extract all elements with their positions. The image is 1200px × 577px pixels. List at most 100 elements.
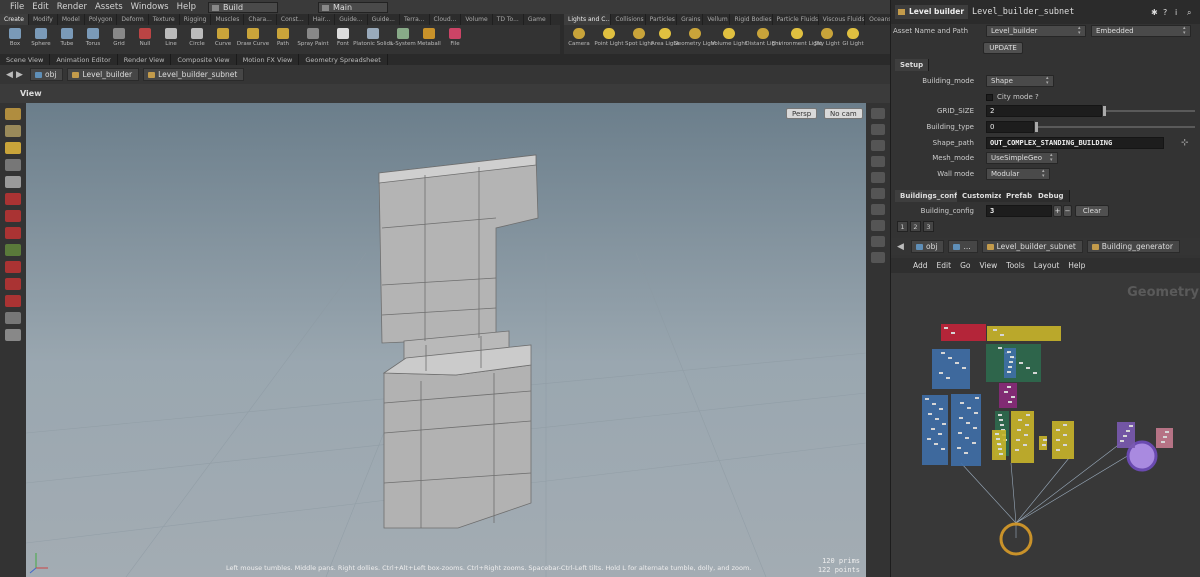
tool-metaball[interactable]: Metaball <box>416 25 442 47</box>
network-node[interactable] <box>944 327 948 329</box>
tool-platonic-solids[interactable]: Platonic Solids <box>353 25 393 47</box>
shelf-tab-deform[interactable]: Deform <box>117 14 149 25</box>
flipbook-icon[interactable] <box>5 278 21 290</box>
remove-multiparm-button[interactable]: − <box>1063 205 1072 217</box>
add-multiparm-button[interactable]: + <box>1053 205 1062 217</box>
network-node[interactable] <box>1123 435 1127 437</box>
net-menu-go[interactable]: Go <box>960 261 970 270</box>
tool-sphere[interactable]: Sphere <box>28 25 54 47</box>
network-node[interactable] <box>935 418 939 420</box>
network-node[interactable] <box>1042 444 1046 446</box>
network-node[interactable] <box>1056 439 1060 441</box>
tool-spray-paint[interactable]: Spray Paint <box>296 25 330 47</box>
texture-icon[interactable] <box>871 188 885 199</box>
pose-icon[interactable] <box>5 142 21 154</box>
help-icon[interactable]: ? <box>1163 8 1172 17</box>
network-node[interactable] <box>1011 396 1015 398</box>
net-menu-layout[interactable]: Layout <box>1034 261 1060 270</box>
city-mode-checkbox[interactable] <box>986 93 993 101</box>
network-node[interactable] <box>999 419 1003 421</box>
network-box-yellow-d[interactable] <box>1052 421 1074 459</box>
shelf-tab-vellum[interactable]: Vellum <box>703 14 731 25</box>
record-icon[interactable] <box>5 295 21 307</box>
node-name[interactable]: Level_builder_subnet <box>972 7 1074 17</box>
net-menu-add[interactable]: Add <box>913 261 928 270</box>
network-box-yellow-a[interactable] <box>1011 411 1034 463</box>
network-node[interactable] <box>1163 436 1167 438</box>
network-node[interactable] <box>1000 424 1004 426</box>
crumb-obj[interactable]: obj <box>30 68 64 81</box>
network-node[interactable] <box>1033 372 1037 374</box>
network-node[interactable] <box>939 372 943 374</box>
scene-viewport[interactable]: Persp No cam Left mouse tumbles. Middle … <box>26 103 866 577</box>
network-node[interactable] <box>998 448 1002 450</box>
network-node[interactable] <box>1010 356 1014 358</box>
tab-setup[interactable]: Setup <box>895 59 930 71</box>
net-menu-help[interactable]: Help <box>1068 261 1085 270</box>
wall-mode-dropdown[interactable]: Modular <box>986 168 1050 180</box>
lock-icon[interactable] <box>5 176 21 188</box>
node-chooser-icon[interactable]: ⊹ <box>1181 138 1189 148</box>
net-menu-edit[interactable]: Edit <box>937 261 952 270</box>
network-node[interactable] <box>1008 366 1012 368</box>
shelf-tab-model[interactable]: Model <box>58 14 85 25</box>
network-node[interactable] <box>942 423 946 425</box>
network-node[interactable] <box>951 332 955 334</box>
tool-gi-light[interactable]: GI Light <box>840 25 866 47</box>
pane-tab-composite-view[interactable]: Composite View <box>171 54 237 65</box>
ghost-icon[interactable] <box>871 156 885 167</box>
network-node[interactable] <box>941 352 945 354</box>
network-node[interactable] <box>1056 429 1060 431</box>
network-node[interactable] <box>925 398 929 400</box>
shelf-tab-volume[interactable]: Volume <box>461 14 493 25</box>
menu-help[interactable]: Help <box>173 2 200 12</box>
select-icon[interactable] <box>5 108 21 120</box>
net-menu-view[interactable]: View <box>979 261 997 270</box>
network-node[interactable] <box>957 447 961 449</box>
embedded-dropdown[interactable]: Embedded <box>1091 25 1191 37</box>
shelf-tab-terra[interactable]: Terra... <box>400 14 430 25</box>
network-node[interactable] <box>939 408 943 410</box>
network-node[interactable] <box>1017 429 1021 431</box>
menu-windows[interactable]: Windows <box>127 2 173 12</box>
network-node[interactable] <box>1018 419 1022 421</box>
network-node[interactable] <box>927 438 931 440</box>
normals-icon[interactable] <box>871 220 885 231</box>
backface-icon[interactable] <box>871 204 885 215</box>
tool-box[interactable]: Box <box>2 25 28 47</box>
camera-button[interactable]: No cam <box>824 108 863 119</box>
shelf-tab-particle-fluids[interactable]: Particle Fluids <box>773 14 819 25</box>
shelf-tab-chara[interactable]: Chara... <box>244 14 277 25</box>
tool-torus[interactable]: Torus <box>80 25 106 47</box>
network-node[interactable] <box>1015 449 1019 451</box>
point-snap-icon[interactable] <box>5 244 21 256</box>
desktop-select[interactable]: Build <box>207 1 278 13</box>
tool-camera[interactable]: Camera <box>566 25 592 47</box>
network-node[interactable] <box>1019 362 1023 364</box>
tool-spot-light[interactable]: Spot Light <box>625 25 653 47</box>
net-crumb-ellipsis[interactable]: ... <box>948 240 978 253</box>
tool-sky-light[interactable]: Sky Light <box>814 25 840 47</box>
info-icon[interactable]: i <box>1175 8 1184 17</box>
network-node[interactable] <box>1165 431 1169 433</box>
tool-draw-curve[interactable]: Draw Curve <box>236 25 270 47</box>
building-config-field[interactable]: 3 <box>986 205 1052 217</box>
tool-volume-light[interactable]: Volume Light <box>711 25 747 47</box>
menu-render[interactable]: Render <box>53 2 91 12</box>
handle-icon[interactable] <box>5 125 21 137</box>
network-node[interactable] <box>1063 424 1067 426</box>
menu-edit[interactable]: Edit <box>28 2 52 12</box>
network-node[interactable] <box>1004 391 1008 393</box>
shelf-tab-guide[interactable]: Guide... <box>335 14 368 25</box>
network-box-blue-a[interactable] <box>932 349 970 389</box>
shelf-tab-td-to[interactable]: TD To... <box>493 14 524 25</box>
network-node[interactable] <box>941 448 945 450</box>
net-menu-tools[interactable]: Tools <box>1006 261 1024 270</box>
network-node[interactable] <box>1129 425 1133 427</box>
net-back-icon[interactable]: ◀ <box>897 242 907 252</box>
tool-file[interactable]: File <box>442 25 468 47</box>
network-editor[interactable]: Geometry <box>891 273 1200 577</box>
tool-l-system[interactable]: L-System <box>390 25 416 47</box>
network-node[interactable] <box>1120 440 1124 442</box>
shelf-tab-cloud[interactable]: Cloud... <box>430 14 462 25</box>
